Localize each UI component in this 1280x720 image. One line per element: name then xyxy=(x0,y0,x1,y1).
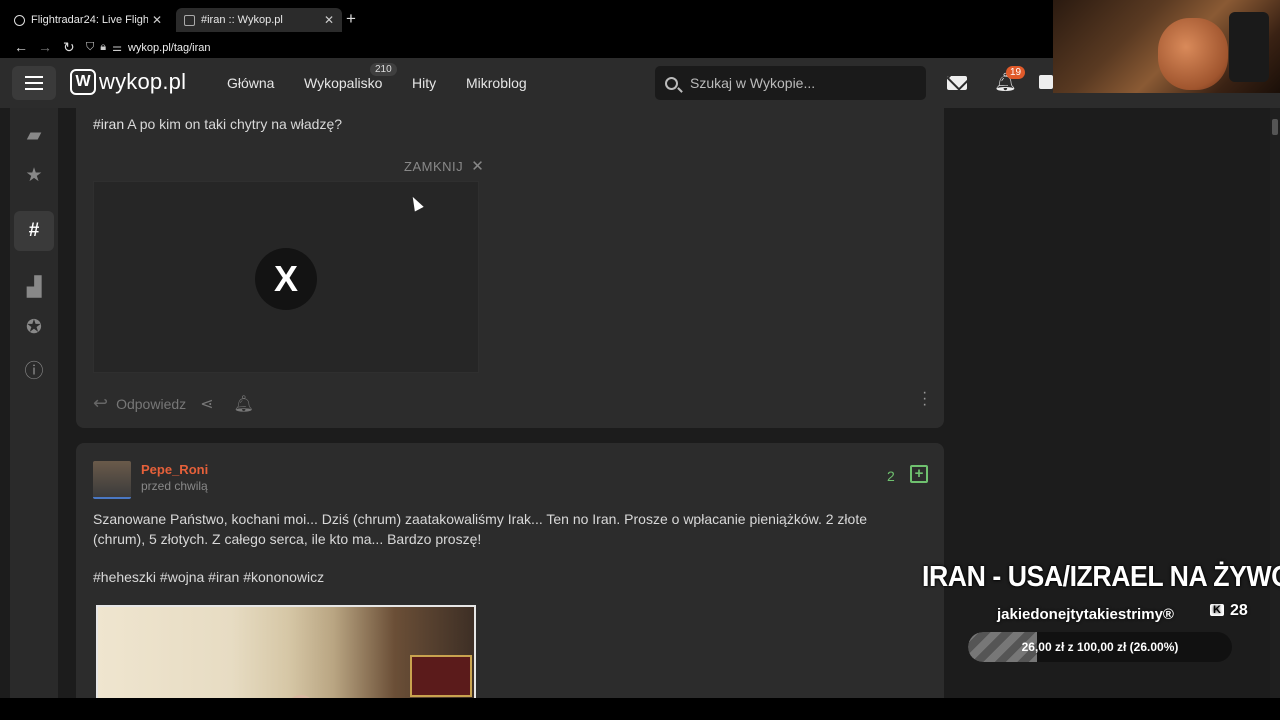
page-scrollbar[interactable] xyxy=(1270,108,1280,698)
forward-icon[interactable]: → xyxy=(38,39,52,55)
entry-tags[interactable]: #heheszki #wojna #iran #kononowicz xyxy=(93,567,324,587)
stream-subtitle: jakiedonejtytakiestrimy® xyxy=(997,606,1174,623)
webcam-chair xyxy=(1229,12,1269,82)
address-bar: ← → ↻ ⛉ 🔒︎ ⚌ wykop.pl/tag/iran xyxy=(0,37,1052,58)
kick-icon: K xyxy=(1210,604,1224,616)
wykopalisko-count-badge: 210 xyxy=(370,63,397,76)
browser-tab-wykop[interactable]: #iran :: Wykop.pl ✕ xyxy=(176,8,342,32)
wykop-logo-icon: W xyxy=(70,69,96,95)
shield-icon: ⛉ xyxy=(86,41,95,53)
close-icon: ✕ xyxy=(471,158,485,175)
close-tab-icon[interactable]: ✕ xyxy=(324,13,334,27)
medal-icon[interactable]: ✪ xyxy=(10,316,58,339)
entry-post: #iran A po kim on taki chytry na władzę?… xyxy=(76,108,944,428)
nav-hity[interactable]: Hity xyxy=(412,75,436,91)
back-icon[interactable]: ← xyxy=(14,39,28,55)
nav-mikroblog[interactable]: Mikroblog xyxy=(466,75,527,91)
left-sidebar: ▰ ★ # ▟ ✪ ⓘ xyxy=(10,108,58,698)
url-text: wykop.pl/tag/iran xyxy=(127,41,211,54)
search-box xyxy=(655,66,926,100)
hashtag-icon[interactable]: # xyxy=(10,220,58,242)
reply-icon[interactable]: ↩ xyxy=(93,393,108,414)
plus-vote-button[interactable]: + xyxy=(910,465,928,483)
search-input[interactable] xyxy=(690,75,910,91)
wykop-favicon-icon xyxy=(184,14,195,26)
tab-title: #iran :: Wykop.pl xyxy=(201,14,283,26)
tag-link[interactable]: #iran xyxy=(93,116,124,132)
nav-wykopalisko[interactable]: Wykopalisko xyxy=(304,75,382,91)
new-tab-icon[interactable]: + xyxy=(346,10,356,27)
tab-title: Flightradar24: Live Flight Tracke xyxy=(31,14,148,26)
ranking-icon[interactable]: ▟ xyxy=(10,276,58,299)
wykop-page: W wykop.pl Główna Wykopalisko 210 Hity M… xyxy=(0,58,1280,698)
viewer-count: K 28 xyxy=(1210,602,1248,620)
entry-body: Szanowane Państwo, kochani moi... Dziś (… xyxy=(93,511,867,547)
search-icon xyxy=(665,76,678,90)
avatar[interactable] xyxy=(93,461,131,499)
site-settings-icon: ⚌ xyxy=(112,42,122,54)
entry-video-thumbnail[interactable] xyxy=(96,605,476,698)
webcam-feed xyxy=(1053,0,1280,93)
lock-icon: 🔒︎ xyxy=(100,41,107,53)
reply-button[interactable]: Odpowiedz xyxy=(116,396,186,412)
donation-goal-text: 26,00 zł z 100,00 zł (26.00%) xyxy=(1021,640,1179,654)
logo-text: wykop.pl xyxy=(99,69,187,94)
mail-icon[interactable] xyxy=(947,76,967,90)
close-label: ZAMKNIJ xyxy=(404,159,464,174)
browser-tab-flightradar[interactable]: Flightradar24: Live Flight Tracke ✕ xyxy=(6,8,170,32)
chat-icon[interactable] xyxy=(1039,75,1053,89)
close-tab-icon[interactable]: ✕ xyxy=(152,13,162,27)
url-field[interactable]: ⛉ 🔒︎ ⚌ wykop.pl/tag/iran xyxy=(86,38,1052,57)
help-icon[interactable]: ⓘ xyxy=(10,356,58,383)
x-logo-icon: X xyxy=(255,248,317,310)
observe-bell-icon[interactable]: 🔔︎ xyxy=(234,394,254,414)
entry-actions: ↩ Odpowiedz ⋖ 🔔︎ xyxy=(93,393,254,414)
entry-post: Pepe_Roni przed chwilą 2 + Szanowane Pań… xyxy=(76,443,944,698)
notifications-count-badge: 19 xyxy=(1006,66,1026,79)
entry-text: #iran A po kim on taki chytry na władzę? xyxy=(93,114,342,134)
viewer-number: 28 xyxy=(1229,602,1248,619)
stream-title: IRAN - USA/IZRAEL NA ŻYWO xyxy=(922,561,1280,593)
share-icon[interactable]: ⋖ xyxy=(200,394,213,414)
menu-icon[interactable] xyxy=(12,66,56,100)
wallet-icon[interactable]: ▰ xyxy=(10,124,58,147)
author-name[interactable]: Pepe_Roni xyxy=(141,462,208,477)
reload-icon[interactable]: ↻ xyxy=(63,39,75,55)
wykop-logo[interactable]: W wykop.pl xyxy=(70,69,186,95)
star-icon[interactable]: ★ xyxy=(10,164,58,187)
screen: Flightradar24: Live Flight Tracke ✕ #ira… xyxy=(0,0,1280,720)
nav-glowna[interactable]: Główna xyxy=(227,75,274,91)
vote-count: 2 xyxy=(887,468,895,484)
post-time: przed chwilą xyxy=(141,479,208,493)
webcam-person xyxy=(1158,18,1228,90)
scrollbar-thumb[interactable] xyxy=(1272,119,1278,135)
globe-icon xyxy=(14,14,25,26)
x-embed[interactable]: X xyxy=(93,181,479,373)
more-options-icon[interactable]: · · · xyxy=(922,385,927,413)
thumbnail-painting xyxy=(410,655,472,697)
close-embed-button[interactable]: ZAMKNIJ ✕ xyxy=(404,157,484,175)
entry-body: A po kim on taki chytry na władzę? xyxy=(127,116,343,132)
donation-goal-bar: 26,00 zł z 100,00 zł (26.00%) xyxy=(968,632,1232,662)
